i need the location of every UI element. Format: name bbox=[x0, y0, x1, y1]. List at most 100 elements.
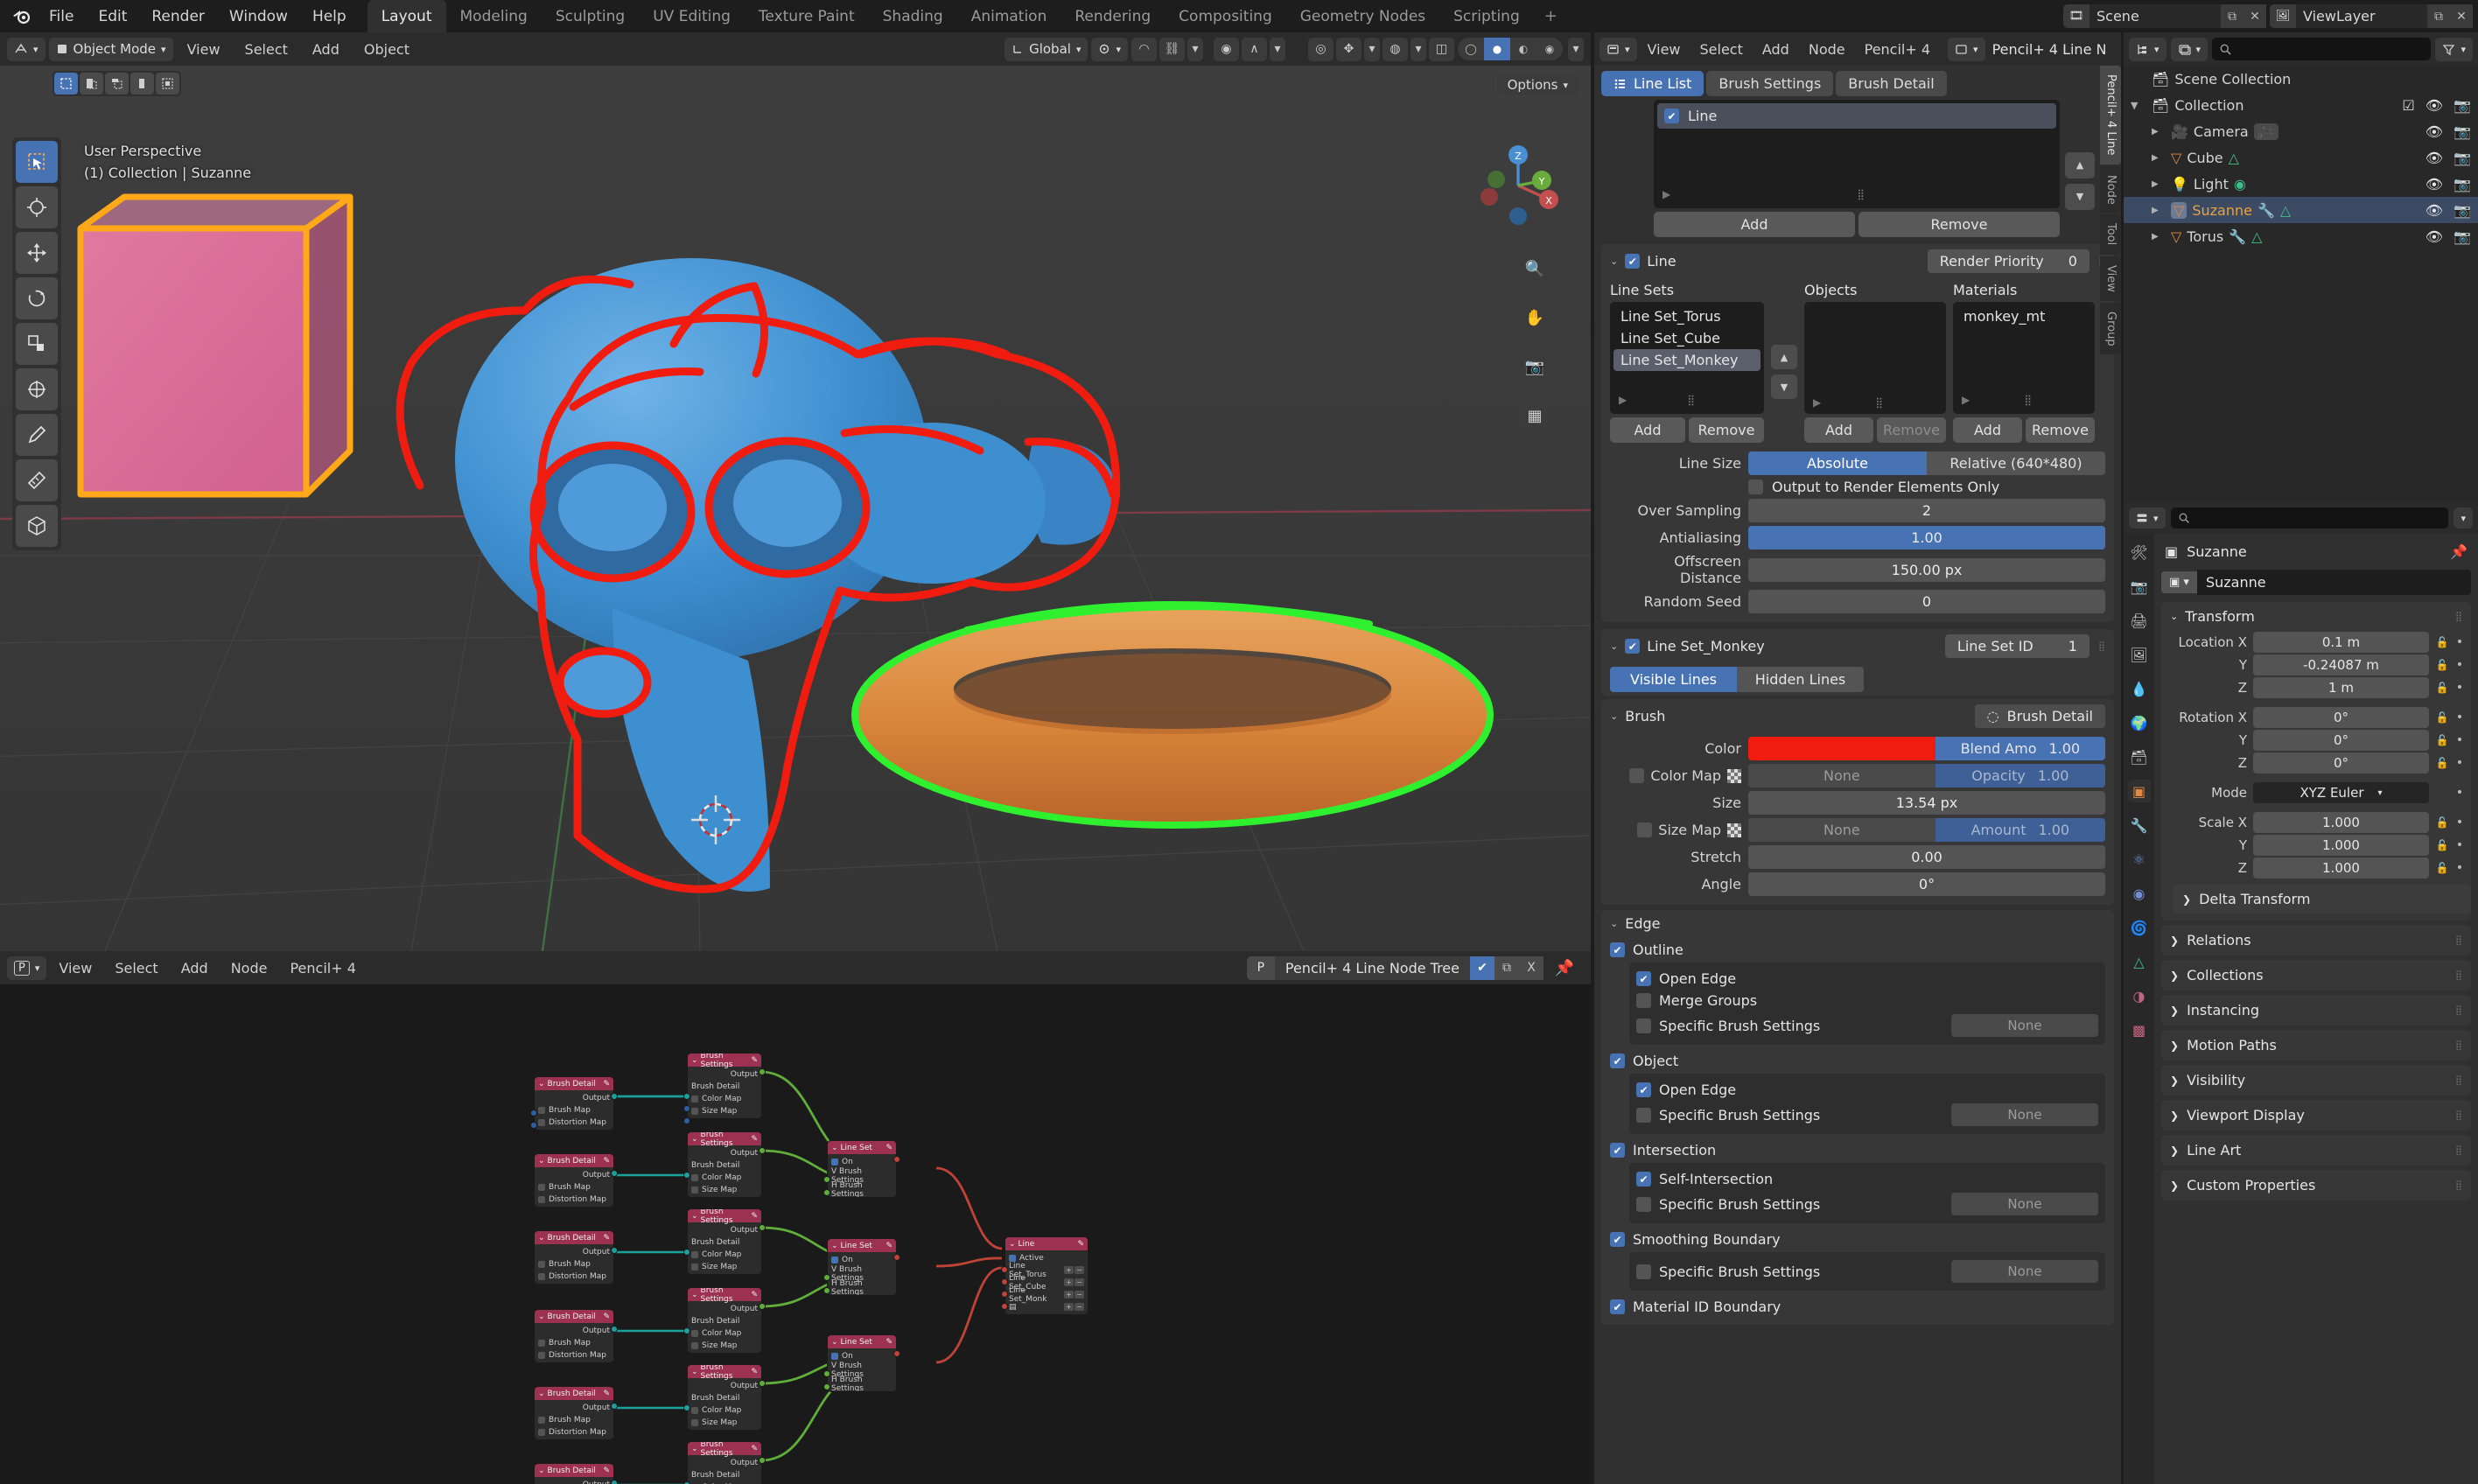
distortion-map-checkbox[interactable] bbox=[538, 1119, 545, 1126]
pencil-menu-add[interactable]: Add bbox=[1754, 41, 1798, 58]
collapse-arrow-icon[interactable]: ⌄ bbox=[1610, 640, 1618, 652]
specific-brush-checkbox[interactable] bbox=[1636, 1018, 1651, 1033]
vtab-tool[interactable]: Tool bbox=[2100, 214, 2121, 254]
line-set-item[interactable]: Line Set_Cube bbox=[1614, 327, 1760, 349]
tool-measure[interactable] bbox=[16, 459, 58, 501]
remove-line-set-button[interactable]: Remove bbox=[1689, 417, 1764, 443]
pencil-menu-select[interactable]: Select bbox=[1691, 41, 1752, 58]
grip-icon[interactable]: ⣿ bbox=[2455, 1144, 2462, 1156]
open-edge-checkbox[interactable]: ✔ bbox=[1636, 1082, 1651, 1097]
pencil-menu-pencil4[interactable]: Pencil+ 4 bbox=[1856, 41, 1939, 58]
output-socket[interactable] bbox=[611, 1403, 618, 1410]
remove-viewlayer-button[interactable]: ✕ bbox=[2450, 4, 2473, 28]
tab-animation[interactable]: Animation bbox=[957, 0, 1061, 32]
expand-arrow-icon[interactable]: ❯ bbox=[2182, 893, 2191, 906]
add-workspace-button[interactable]: + bbox=[1534, 0, 1568, 32]
edit-pencil-icon[interactable]: ✎ bbox=[603, 1234, 610, 1242]
hide-viewport-eye-icon[interactable]: 👁 bbox=[2426, 123, 2443, 140]
size-map-checkbox[interactable] bbox=[691, 1264, 698, 1270]
select-extend-tool-icon[interactable] bbox=[80, 73, 103, 94]
grip-icon[interactable]: ⣿ bbox=[2098, 640, 2105, 652]
lock-icon[interactable]: 🔓 bbox=[2435, 816, 2449, 829]
viewport-menu-view[interactable]: View bbox=[177, 38, 231, 61]
outliner-editor-type-selector[interactable]: ▾ bbox=[2129, 38, 2166, 61]
hide-viewport-eye-icon[interactable]: 👁 bbox=[2426, 97, 2443, 114]
object-datablock-icon[interactable]: ▣ ▾ bbox=[2161, 571, 2197, 593]
hide-viewport-eye-icon[interactable]: 👁 bbox=[2426, 176, 2443, 192]
node-menu-add[interactable]: Add bbox=[171, 960, 219, 976]
grip-icon[interactable]: ⣿ bbox=[1857, 188, 1865, 200]
motion-paths-panel[interactable]: ❯ Motion Paths ⣿ bbox=[2161, 1030, 2471, 1060]
outliner-filter-button[interactable]: ▾ bbox=[2435, 38, 2473, 61]
line-enabled-checkbox[interactable]: ✔ bbox=[1664, 108, 1679, 123]
node-graph-canvas[interactable]: ⌄Brush Detail✎ Output Brush Map Distorti… bbox=[0, 984, 1591, 1484]
render-priority-field[interactable]: Render Priority 0 bbox=[1928, 249, 2090, 273]
edit-pencil-icon[interactable]: ✎ bbox=[751, 1135, 758, 1144]
properties-editor[interactable]: ▾ ▾ 🛠 📷 🖨 🖼 💧 🌍 🗃 ▣ 🔧 ⚛ ◉ 🌀 △ ◑ ▩ bbox=[2124, 502, 2478, 1484]
objects-list[interactable]: ▶⣿ bbox=[1804, 302, 1946, 414]
disable-render-camera-icon[interactable]: 📷 bbox=[2454, 228, 2471, 245]
expand-arrow-icon[interactable]: ❯ bbox=[2170, 1144, 2179, 1157]
tab-render[interactable]: 📷 bbox=[2128, 575, 2151, 598]
random-seed-value[interactable]: 0 bbox=[1748, 590, 2105, 613]
output-socket[interactable] bbox=[759, 1380, 766, 1387]
tab-layout[interactable]: Layout bbox=[368, 0, 446, 32]
pencil-menu-node[interactable]: Node bbox=[1800, 41, 1854, 58]
node-brush-detail[interactable]: ⌄Brush Detail✎ Output Brush Map Distorti… bbox=[534, 1076, 614, 1130]
add-linkset-button[interactable]: + bbox=[1064, 1291, 1074, 1298]
tool-add-cube[interactable] bbox=[16, 505, 58, 547]
tab-texture[interactable]: ▩ bbox=[2128, 1018, 2151, 1041]
location-z-value[interactable]: 1 m bbox=[2253, 677, 2429, 698]
expand-arrow-icon[interactable]: ▶ bbox=[1813, 396, 1821, 409]
over-sampling-value[interactable]: 2 bbox=[1748, 499, 2105, 522]
node-line[interactable]: ⌄Line✎ Active Line Set_Torus +− Line Set… bbox=[1004, 1236, 1088, 1315]
tab-modifiers[interactable]: 🔧 bbox=[2128, 814, 2151, 836]
specific-brush-value[interactable]: None bbox=[1951, 1260, 2098, 1283]
scale-y-value[interactable]: 1.000 bbox=[2253, 835, 2429, 856]
outliner-row-cube[interactable]: ▶ ▽ Cube △ 👁 📷 bbox=[2124, 144, 2478, 171]
outliner-display-mode-selector[interactable]: ▾ bbox=[2171, 38, 2208, 61]
lock-icon[interactable]: 🔓 bbox=[2435, 839, 2449, 851]
pencil-datablock-icon[interactable]: ▾ bbox=[1948, 38, 1985, 61]
outliner-row-scene-collection[interactable]: 🗃 Scene Collection bbox=[2124, 66, 2478, 92]
line-sets-list[interactable]: Line Set_Torus Line Set_Cube Line Set_Mo… bbox=[1610, 302, 1764, 414]
input-socket[interactable] bbox=[1001, 1278, 1008, 1285]
color-map-checkbox[interactable] bbox=[691, 1174, 698, 1181]
color-map-checkbox[interactable] bbox=[691, 1407, 698, 1414]
grip-icon[interactable]: ⣿ bbox=[2455, 934, 2462, 946]
outliner-row-suzanne[interactable]: ▶ ▽ Suzanne 🔧 △ 👁 📷 bbox=[2124, 197, 2478, 223]
select-invert-tool-icon[interactable] bbox=[130, 73, 154, 94]
outline-checkbox[interactable]: ✔ bbox=[1610, 942, 1625, 957]
size-map-checkbox[interactable] bbox=[691, 1108, 698, 1115]
output-socket[interactable] bbox=[611, 1480, 618, 1484]
disable-render-camera-icon[interactable]: 📷 bbox=[2454, 123, 2471, 140]
output-socket[interactable] bbox=[759, 1068, 766, 1075]
add-linkset-button[interactable]: + bbox=[1064, 1278, 1074, 1286]
disable-render-camera-icon[interactable]: 📷 bbox=[2454, 97, 2471, 114]
node-brush-detail[interactable]: ⌄Brush Detail✎ Output Brush Map Distorti… bbox=[534, 1386, 614, 1440]
object-name-field[interactable]: ▣ ▾ Suzanne bbox=[2161, 570, 2471, 595]
edge-panel-header[interactable]: ⌄ Edge bbox=[1601, 910, 2114, 937]
tab-collection[interactable]: 🗃 bbox=[2128, 746, 2151, 768]
animate-dot-icon[interactable]: • bbox=[2455, 635, 2464, 649]
input-socket[interactable] bbox=[683, 1117, 690, 1124]
specific-brush-value[interactable]: None bbox=[1951, 1193, 2098, 1215]
input-socket[interactable] bbox=[1001, 1266, 1008, 1273]
collapse-arrow-icon[interactable]: ⌄ bbox=[1610, 256, 1618, 267]
tool-select-box[interactable] bbox=[16, 141, 58, 183]
brush-map-checkbox[interactable] bbox=[538, 1261, 545, 1268]
specific-brush-checkbox[interactable] bbox=[1636, 1108, 1651, 1123]
viewport-options-button[interactable]: Options ▾ bbox=[1497, 74, 1578, 95]
expand-arrow-icon[interactable]: ❯ bbox=[2170, 970, 2179, 982]
animate-dot-icon[interactable]: • bbox=[2455, 786, 2464, 800]
navigation-gizmo[interactable]: Z X Y bbox=[1470, 137, 1566, 234]
distortion-map-checkbox[interactable] bbox=[538, 1273, 545, 1280]
node-line-set[interactable]: ⌄Line Set✎ On V Brush Settings H Brush S… bbox=[827, 1334, 897, 1392]
properties-editor-type-selector[interactable]: ▾ bbox=[2129, 508, 2166, 528]
output-socket[interactable] bbox=[759, 1303, 766, 1310]
outliner-row-light[interactable]: ▶ 💡 Light ◉ 👁 📷 bbox=[2124, 171, 2478, 197]
menu-render[interactable]: Render bbox=[139, 4, 217, 29]
output-socket[interactable] bbox=[893, 1156, 900, 1163]
rendered-shading-icon[interactable]: ◉ bbox=[1536, 38, 1563, 60]
line-set-on-checkbox[interactable] bbox=[831, 1256, 838, 1264]
